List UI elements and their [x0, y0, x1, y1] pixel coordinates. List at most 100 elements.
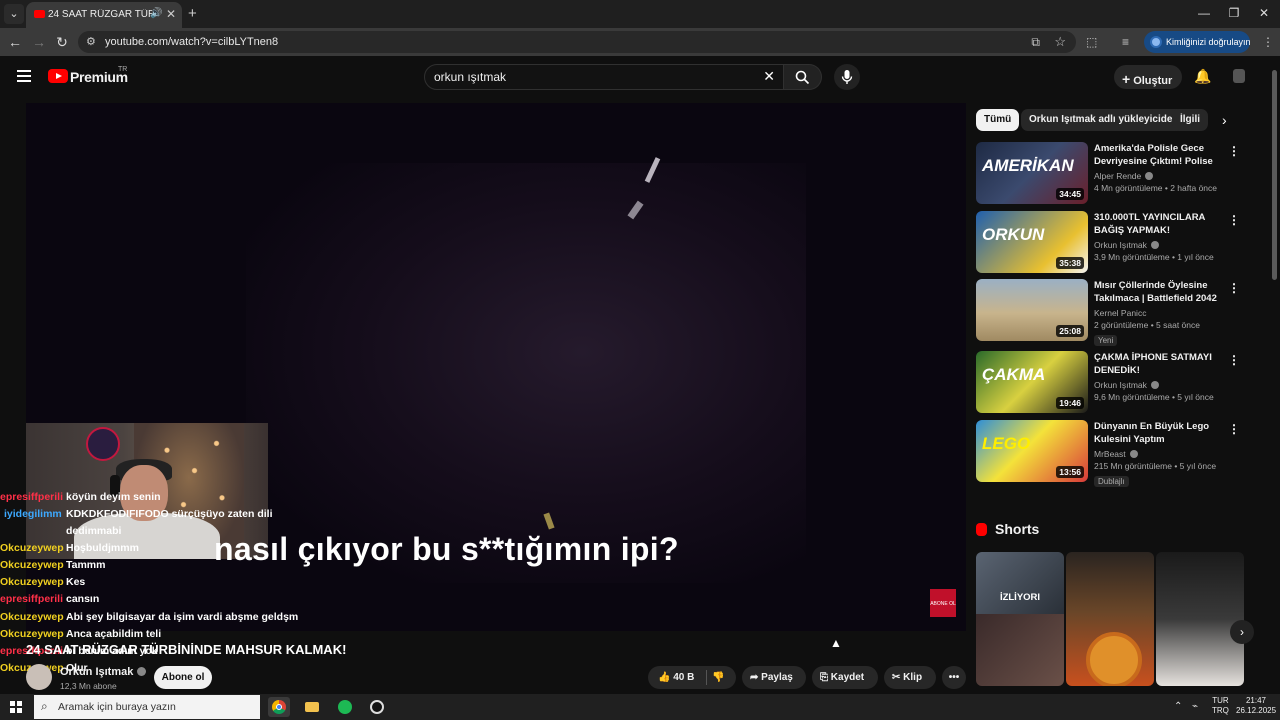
video-thumbnail[interactable]: ORKUN 35:38 — [976, 211, 1088, 273]
chat-text: Kes — [66, 576, 86, 588]
search-box[interactable]: ✕ — [424, 64, 784, 90]
related-video-channel[interactable]: MrBeast — [1094, 449, 1232, 459]
bookmark-star-icon[interactable]: ☆ — [1054, 34, 1066, 50]
related-video-card[interactable]: LEGO 13:56 Dünyanın En Büyük Lego Kulesini… — [976, 420, 1244, 487]
related-video-title[interactable]: ÇAKMA İPHONE SATMAYI DENEDİK! — [1094, 351, 1232, 377]
new-tab-button[interactable]: + — [188, 5, 197, 22]
video-options-icon[interactable]: ⋮ — [1228, 144, 1240, 158]
thumbs-down-icon: 👎 — [712, 672, 725, 683]
tab-list-button[interactable]: ⌄ — [4, 4, 24, 24]
save-button[interactable]: ⎘ Kaydet — [812, 666, 878, 689]
subscriber-count: 12,3 Mn abone — [60, 681, 117, 691]
related-video-channel[interactable]: Orkun Işıtmak — [1094, 380, 1232, 390]
search-input[interactable] — [434, 70, 754, 84]
spotify-icon[interactable] — [334, 697, 356, 717]
chat-text: KDKDKFODIFIFODO sürçüşüyo zaten dili — [66, 508, 273, 520]
video-badge: Dublajlı — [1094, 476, 1129, 487]
video-duration: 35:38 — [1056, 257, 1084, 269]
chrome-icon[interactable] — [268, 697, 290, 717]
video-thumbnail[interactable]: ÇAKMA 19:46 — [976, 351, 1088, 413]
thumbnail-text: AMERİKAN — [982, 156, 1074, 175]
file-explorer-icon[interactable] — [301, 697, 323, 717]
forward-button[interactable]: → — [30, 34, 48, 50]
minimize-button[interactable]: — — [1194, 6, 1214, 20]
reload-button[interactable]: ↻ — [53, 34, 71, 51]
video-player[interactable]: nasıl çıkıyor bu s**tığımın ipi? ABONE O… — [26, 103, 966, 631]
url-text[interactable]: youtube.com/watch?v=cilbLYTnen8 — [105, 36, 278, 48]
short-item[interactable] — [1156, 552, 1244, 686]
create-button[interactable]: + Oluştur — [1114, 65, 1182, 89]
clip-label: Klip — [903, 672, 923, 683]
page-scrollbar[interactable] — [1272, 70, 1277, 280]
related-video-channel[interactable]: Orkun Işıtmak — [1094, 240, 1232, 250]
shorts-next-button[interactable]: › — [1230, 620, 1254, 644]
thumbs-up-icon: 👍 — [658, 672, 671, 683]
voice-search-button[interactable] — [834, 64, 860, 90]
network-icon[interactable]: ⌁ — [1192, 701, 1198, 712]
restore-button[interactable]: ❐ — [1224, 6, 1244, 20]
video-thumbnail[interactable]: 25:08 — [976, 279, 1088, 341]
profile-verify-button[interactable]: Kimliğinizi doğrulayın — [1144, 31, 1251, 53]
related-video-title[interactable]: Dünyanın En Büyük Lego Kulesini Yaptım — [1094, 420, 1232, 446]
close-window-button[interactable]: ✕ — [1254, 6, 1274, 20]
video-options-icon[interactable]: ⋮ — [1228, 281, 1240, 295]
search-icon — [795, 70, 810, 85]
chat-username: Okcuzeywep — [0, 542, 64, 554]
related-video-channel[interactable]: Alper Rende — [1094, 171, 1232, 181]
video-thumbnail[interactable]: AMERİKAN 34:45 — [976, 142, 1088, 204]
windows-start-icon[interactable] — [10, 701, 22, 713]
language-indicator[interactable]: TUR TRQ — [1212, 696, 1229, 716]
channel-name[interactable]: Orkun Işıtmak — [60, 666, 147, 678]
more-actions-button[interactable]: ••• — [942, 666, 966, 689]
account-avatar[interactable] — [1233, 69, 1245, 83]
related-video-card[interactable]: ORKUN 35:38 310.000TL YAYINCILARA BAĞIŞ YA… — [976, 211, 1244, 273]
thumbnail-text: ÇAKMA — [982, 365, 1046, 384]
clear-search-icon[interactable]: ✕ — [763, 68, 775, 85]
browser-tab[interactable]: 24 SAAT RÜZGAR TÜRBİNİNDE 🔊 ✕ — [26, 2, 182, 28]
related-video-title[interactable]: 310.000TL YAYINCILARA BAĞIŞ YAPMAK! — [1094, 211, 1232, 237]
bookmark-icon: ⎘ — [820, 672, 828, 683]
search-button[interactable] — [784, 64, 822, 90]
tray-expand-icon[interactable]: ⌃ — [1174, 701, 1182, 712]
video-options-icon[interactable]: ⋮ — [1228, 213, 1240, 227]
media-control-icon[interactable]: ≡ — [1122, 35, 1129, 49]
video-thumbnail[interactable]: LEGO 13:56 — [976, 420, 1088, 482]
dislike-button[interactable]: 👎 — [712, 666, 724, 689]
url-bar[interactable]: ⚙ youtube.com/watch?v=cilbLYTnen8 ⧉ ☆ — [78, 31, 1076, 53]
verified-icon — [1150, 241, 1159, 249]
video-frame — [246, 163, 806, 583]
youtube-logo-icon[interactable] — [48, 69, 68, 83]
related-video-card[interactable]: 25:08 Mısır Çöllerinde Öylesine Takılmaca… — [976, 279, 1244, 346]
related-video-channel[interactable]: Kernel Panicc — [1094, 308, 1232, 318]
chat-username: Okcuzeywep — [0, 559, 64, 571]
like-button[interactable]: 👍 40 B — [654, 666, 704, 689]
related-video-title[interactable]: Mısır Çöllerinde Öylesine Takılmaca | Ba… — [1094, 279, 1232, 305]
subscribe-button[interactable]: Abone ol — [154, 666, 212, 689]
short-item[interactable]: İZLİYORI — [976, 552, 1064, 686]
related-video-card[interactable]: ÇAKMA 19:46 ÇAKMA İPHONE SATMAYI DENEDİK! O… — [976, 351, 1244, 413]
browser-menu-icon[interactable]: ⋮ — [1262, 35, 1274, 49]
clock[interactable]: 21:47 26.12.2025 — [1236, 696, 1276, 716]
video-options-icon[interactable]: ⋮ — [1228, 353, 1240, 367]
short-item[interactable] — [1066, 552, 1154, 686]
taskbar-search[interactable]: ⌕ Aramak için buraya yazın — [34, 695, 260, 719]
close-tab-icon[interactable]: ✕ — [166, 7, 176, 21]
speaker-icon[interactable]: 🔊 — [150, 8, 162, 19]
notifications-bell-icon[interactable]: 🔔 — [1194, 68, 1211, 85]
site-info-icon[interactable]: ⚙ — [86, 35, 96, 48]
related-video-title[interactable]: Amerika'da Polisle Gece Devriyesine Çıkt… — [1094, 142, 1232, 168]
menu-icon[interactable] — [17, 70, 31, 85]
back-button[interactable]: ← — [6, 34, 24, 50]
extensions-icon[interactable]: ⬚ — [1086, 35, 1097, 49]
video-options-icon[interactable]: ⋮ — [1228, 422, 1240, 436]
clip-button[interactable]: ✂ Klip — [884, 666, 936, 689]
obs-icon[interactable] — [366, 697, 388, 717]
chip-all[interactable]: Tümü — [976, 109, 1020, 131]
chip-related[interactable]: İlgili — [1172, 109, 1208, 131]
share-button[interactable]: ➦ Paylaş — [742, 666, 806, 689]
channel-avatar[interactable] — [26, 664, 52, 690]
install-app-icon[interactable]: ⧉ — [1031, 35, 1040, 50]
related-video-card[interactable]: AMERİKAN 34:45 Amerika'da Polisle Gece Dev… — [976, 142, 1244, 204]
chevron-right-icon[interactable]: › — [1222, 112, 1227, 128]
chip-from-uploader[interactable]: Orkun Işıtmak adlı yükleyiciden — [1021, 109, 1187, 131]
